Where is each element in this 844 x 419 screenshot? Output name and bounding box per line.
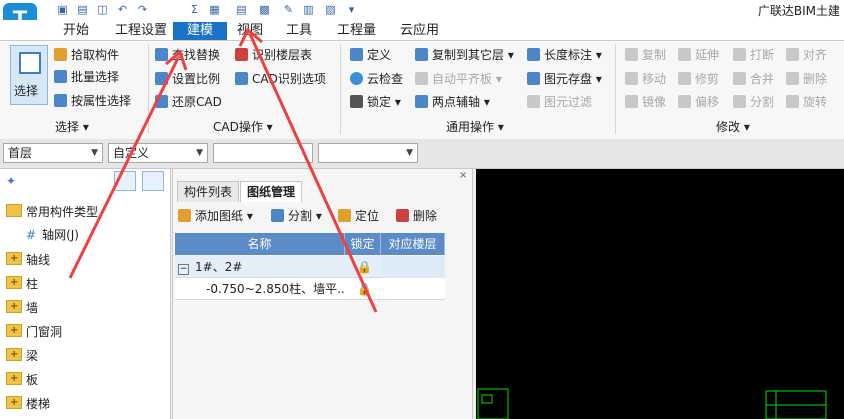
arrow-to-find-replace — [68, 57, 180, 279]
arrow-to-modeling-tab — [248, 33, 378, 313]
annotation-arrows — [68, 27, 378, 313]
